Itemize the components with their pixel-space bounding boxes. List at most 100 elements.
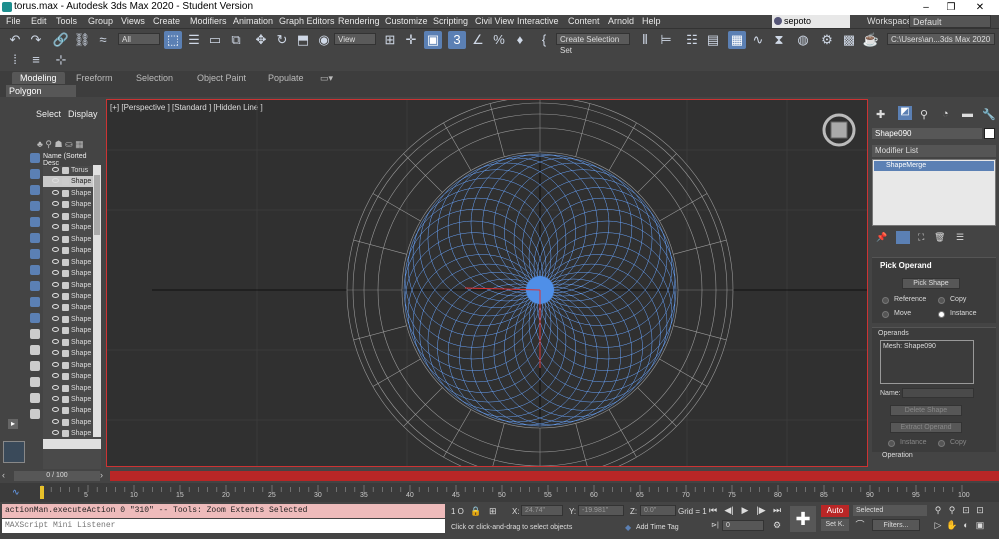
visibility-eye-icon[interactable] — [52, 304, 59, 310]
go-to-end-icon[interactable]: ⏭ — [771, 505, 783, 516]
absolute-mode-icon[interactable]: ⊞ — [489, 506, 497, 517]
select-manipulate-icon[interactable]: ✛ — [402, 31, 420, 49]
filter-icon[interactable] — [30, 393, 40, 403]
mirror-icon[interactable]: ⫴ — [636, 31, 654, 49]
operation-title[interactable]: Operation — [882, 452, 913, 459]
align-to-view-icon[interactable]: ≡ — [27, 51, 45, 69]
zoom-all-icon[interactable]: ⚲ — [946, 505, 958, 516]
delete-shape-button[interactable]: Delete Shape — [890, 405, 962, 416]
menu-edit[interactable]: Edit — [31, 16, 47, 26]
display-none-icon[interactable] — [30, 345, 40, 355]
named-selection-dropdown[interactable]: Create Selection Set — [556, 33, 630, 55]
zoom-extents-all-icon[interactable]: ⊡ — [974, 505, 986, 516]
pin-stack-icon[interactable]: 📌 — [876, 232, 887, 243]
object-color-swatch[interactable] — [984, 128, 995, 139]
vertical-scrollbar[interactable] — [93, 165, 101, 437]
hierarchy-tab-icon[interactable]: ⚲ — [920, 108, 928, 121]
move-icon[interactable]: ✥ — [252, 31, 270, 49]
maxscript-listener-input[interactable]: MAXScript Mini Listener — [2, 519, 445, 533]
tab-selection[interactable]: Selection — [136, 73, 173, 83]
spinner-snap-icon[interactable]: ♦ — [511, 31, 529, 49]
display-all-icon[interactable] — [30, 329, 40, 339]
configure-modifier-sets-icon[interactable]: ☰ — [956, 232, 964, 243]
create-tab-icon[interactable]: ✚ — [876, 108, 885, 121]
default-in-out-tangent-icon[interactable]: ⌒ — [854, 520, 866, 531]
rectangular-selection-icon[interactable]: ▭ — [206, 31, 224, 49]
radio-copy[interactable]: Copy — [938, 296, 966, 304]
show-end-result-icon[interactable] — [896, 231, 910, 244]
extract-operand-button[interactable]: Extract Operand — [890, 422, 962, 433]
modify-tab-icon[interactable]: ◩ — [898, 106, 912, 120]
menu-tools[interactable]: Tools — [56, 16, 77, 26]
find-icon[interactable] — [30, 377, 40, 387]
render-icon[interactable]: ☕ — [862, 31, 880, 49]
menu-create[interactable]: Create — [153, 16, 180, 26]
tab-modeling[interactable]: Modeling — [12, 72, 65, 84]
visibility-eye-icon[interactable] — [52, 418, 59, 424]
visibility-eye-icon[interactable] — [52, 407, 59, 413]
radio-instance[interactable]: Instance — [938, 310, 976, 318]
visibility-eye-icon[interactable] — [52, 281, 59, 287]
visibility-eye-icon[interactable] — [52, 189, 59, 195]
display-containers-icon[interactable] — [30, 297, 40, 307]
x-coordinate-field[interactable]: 24.74" — [521, 505, 563, 516]
make-unique-icon[interactable]: ⛶ — [918, 232, 924, 243]
explorer-tools-icon[interactable]: ♣ ⚲ ☗ ⛀ ▦ — [37, 139, 84, 149]
menu-content[interactable]: Content — [568, 16, 600, 26]
visibility-eye-icon[interactable] — [52, 373, 59, 379]
select-object-icon[interactable]: ⬚ — [164, 31, 182, 49]
visibility-eye-icon[interactable] — [52, 224, 59, 230]
pick-operand-title[interactable]: Pick Operand — [880, 261, 932, 270]
timeline-track[interactable] — [110, 471, 999, 481]
select-by-name-icon[interactable]: ☰ — [185, 31, 203, 49]
menu-file[interactable]: File — [6, 16, 21, 26]
visibility-eye-icon[interactable] — [52, 327, 59, 333]
time-next-icon[interactable]: › — [100, 470, 103, 480]
display-spacewarps-icon[interactable] — [30, 233, 40, 243]
modifier-list-dropdown[interactable]: Modifier List — [872, 145, 996, 157]
rendered-frame-icon[interactable]: ▩ — [840, 31, 858, 49]
tab-freeform[interactable]: Freeform — [76, 73, 113, 83]
time-slider[interactable]: 0 / 100 — [14, 471, 100, 481]
key-filters-button[interactable]: Filters... — [872, 519, 920, 531]
display-geometry-icon[interactable] — [30, 153, 40, 163]
time-prev-icon[interactable]: ‹ — [2, 470, 5, 480]
radio-extract-copy[interactable]: Copy — [938, 439, 966, 447]
radio-reference[interactable]: Reference — [882, 296, 926, 304]
object-name-field[interactable]: Shape090 — [872, 128, 982, 139]
display-frozen-icon[interactable] — [30, 313, 40, 323]
display-cameras-icon[interactable] — [30, 201, 40, 211]
y-coordinate-field[interactable]: -19.981" — [578, 505, 624, 516]
edit-named-selection-icon[interactable]: { — [535, 31, 553, 49]
project-folder-path[interactable]: C:\Users\an...3ds Max 2020 — [887, 33, 995, 45]
horizontal-scrollbar[interactable] — [43, 439, 101, 449]
visibility-eye-icon[interactable] — [52, 247, 59, 253]
remove-modifier-icon[interactable]: 🗑 — [934, 232, 945, 243]
menu-customize[interactable]: Customize — [385, 16, 428, 26]
snap-grid-icon[interactable]: ⁞ — [6, 51, 24, 69]
maxscript-output[interactable]: actionMan.executeAction 0 "310" -- Tools… — [2, 504, 445, 518]
menu-rendering[interactable]: Rendering — [338, 16, 380, 26]
angle-snap-icon[interactable]: ∠ — [469, 31, 487, 49]
visibility-eye-icon[interactable] — [52, 350, 59, 356]
menu-views[interactable]: Views — [121, 16, 145, 26]
play-icon[interactable]: ▶ — [739, 505, 751, 516]
reference-coord-dropdown[interactable]: View — [334, 33, 376, 45]
link-icon[interactable]: 🔗 — [52, 31, 70, 49]
menu-civil-view[interactable]: Civil View — [475, 16, 514, 26]
bind-space-warp-icon[interactable]: ≈ — [94, 31, 112, 49]
tab-display[interactable]: Display — [68, 109, 98, 119]
layer-explorer-icon[interactable]: ☷ — [683, 31, 701, 49]
auto-key-button[interactable]: Auto — [821, 505, 849, 517]
tab-populate[interactable]: Populate — [268, 73, 304, 83]
placement-icon[interactable]: ◉ — [315, 31, 333, 49]
visibility-eye-icon[interactable] — [52, 292, 59, 298]
motion-tab-icon[interactable]: ◔ — [942, 108, 949, 120]
visibility-eye-icon[interactable] — [52, 315, 59, 321]
visibility-eye-icon[interactable] — [52, 338, 59, 344]
utilities-tab-icon[interactable]: 🔧 — [982, 108, 996, 121]
selection-filter-dropdown[interactable]: All — [118, 33, 160, 45]
keyboard-shortcut-override-icon[interactable]: ▣ — [424, 31, 442, 49]
polygon-modeling-panel[interactable]: Polygon Modeling — [6, 85, 76, 108]
menu-interactive[interactable]: Interactive — [517, 16, 559, 26]
